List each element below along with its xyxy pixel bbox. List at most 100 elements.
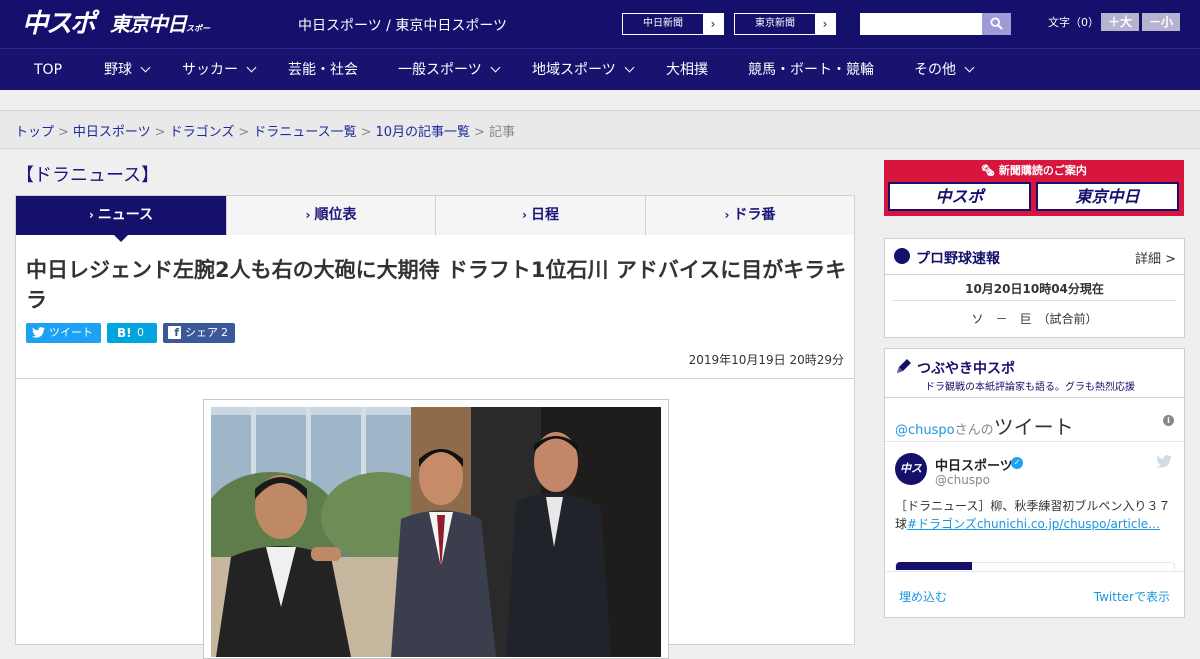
font-size-label: 文字（0） [1048, 16, 1099, 29]
hatena-bookmark-button[interactable]: B! 0 [107, 323, 157, 343]
tokyo-chunichi-logo[interactable]: 東京中日スポーツ [110, 10, 210, 66]
search-input[interactable] [860, 13, 982, 35]
font-size-increase-button[interactable]: ＋大 [1101, 13, 1139, 31]
tweets-by-handle[interactable]: @chuspoさんのツイート [895, 411, 1074, 440]
nav-label: TOP [34, 62, 63, 78]
twitter-bird-icon [32, 327, 45, 338]
article-headline: 中日レジェンド左腕2人も右の大砲に大期待 ドラフト1位石川 アドバイスに目がキラ… [26, 258, 847, 312]
baseball-game-score[interactable]: ソ － 巨 （試合前） [885, 310, 1184, 327]
twitter-bird-icon[interactable] [1156, 455, 1172, 468]
tab-standings[interactable]: › 順位表 [227, 196, 436, 235]
nav-item-racing[interactable]: 競馬・ボート・競輪 [748, 49, 874, 91]
chevron-down-icon [140, 62, 151, 73]
breadcrumb-link-chuspo[interactable]: 中日スポーツ [73, 125, 151, 140]
nav-item-entertainment[interactable]: 芸能・社会 [288, 49, 358, 91]
facebook-label: シェア [185, 326, 218, 339]
subscription-banner[interactable]: 🗞 新聞購読のご案内 中スポ 東京中日 [884, 160, 1184, 216]
media-preview-bar [896, 562, 972, 570]
baseball-live-title: プロ野球速報 [916, 251, 1000, 267]
tweet-link[interactable]: #ドラゴンズchunichi.co.jp/chuspo/article… [907, 517, 1160, 531]
main-nav: TOP 野球 サッカー 芸能・社会 一般スポーツ 地域スポーツ 大相撲 競馬・ボ… [0, 48, 1200, 90]
breadcrumb-separator: > [360, 125, 372, 140]
nav-label: サッカー [182, 62, 238, 78]
twitter-widget-title: つぶやき中スポ [917, 361, 1015, 377]
tweet-account-handle[interactable]: @chuspo [935, 473, 990, 487]
chunichi-shimbun-link[interactable]: 中日新聞 › [622, 13, 724, 35]
section-title: 【ドラニュース】 [16, 165, 160, 186]
handle-text: @chuspo [895, 423, 955, 438]
twitter-widget: つぶやき中スポ ドラ観戦の本紙評論家も語る。グラも熱烈応援 @chuspoさんの… [884, 348, 1185, 618]
chevron-down-icon [490, 62, 501, 73]
twitter-widget-subtitle: ドラ観戦の本紙評論家も語る。グラも熱烈応援 [925, 382, 1135, 393]
article-photo[interactable] [211, 407, 661, 657]
nav-item-top[interactable]: TOP [34, 49, 62, 91]
avatar[interactable]: 中ス [895, 453, 927, 485]
tab-label: 順位表 [314, 207, 357, 223]
tab-news[interactable]: › ニュース [16, 196, 227, 242]
tab-label: ドラ番 [733, 207, 776, 223]
chuspo-logo[interactable]: 中スポ [22, 8, 102, 40]
facebook-count: 2 [221, 326, 228, 339]
font-size-decrease-button[interactable]: －小 [1142, 13, 1180, 31]
tab-schedule[interactable]: › 日程 [436, 196, 646, 235]
breadcrumb-link-dragons[interactable]: ドラゴンズ [170, 125, 235, 140]
breadcrumb-separator: > [474, 125, 485, 140]
nav-label: 野球 [104, 62, 132, 78]
subscribe-tokyo-chunichi-button[interactable]: 東京中日 [1036, 182, 1179, 211]
spacer-bar [0, 90, 1200, 111]
tokyo-shimbun-label: 東京新聞 [755, 18, 795, 29]
info-icon[interactable]: i [1163, 415, 1174, 426]
hatena-count: 0 [137, 326, 144, 339]
article-date: 2019年10月19日 20時29分 [688, 353, 844, 367]
subscription-caption-text: 新聞購読のご案内 [998, 164, 1087, 177]
nav-item-local-sports[interactable]: 地域スポーツ [532, 49, 635, 91]
tweets-heading: ツイート [993, 415, 1074, 439]
search-button[interactable] [982, 13, 1011, 35]
facebook-icon: f [168, 326, 181, 339]
top-header: 中スポ 東京中日スポーツ 中日スポーツ / 東京中日スポーツ 中日新聞 › 東京… [0, 0, 1200, 66]
tab-dorabang[interactable]: › ドラ番 [646, 196, 854, 235]
photo-illustration [211, 407, 661, 657]
chunichi-shimbun-label: 中日新聞 [643, 18, 683, 29]
site-title[interactable]: 中日スポーツ / 東京中日スポーツ [298, 15, 507, 35]
breadcrumb-link-october[interactable]: 10月の記事一覧 [376, 125, 471, 140]
baseball-details-link[interactable]: 詳細 > [1135, 248, 1176, 267]
tokyo-shimbun-link[interactable]: 東京新聞 › [734, 13, 836, 35]
breadcrumb: トップ > 中日スポーツ > ドラゴンズ > ドラニュース一覧 >10月の記事一覧 > 記事 [15, 121, 515, 140]
nav-item-sumo[interactable]: 大相撲 [666, 49, 708, 91]
breadcrumb-current: 記事 [488, 125, 515, 140]
tweet-label: ツイート [49, 326, 93, 339]
view-on-twitter-link[interactable]: Twitterで表示 [1094, 588, 1170, 605]
twitter-widget-footer: 埋め込む Twitterで表示 [885, 571, 1184, 618]
breadcrumb-link-news-list[interactable]: ドラニュース一覧 [253, 125, 356, 140]
article-panel: › ニュース › 順位表 › 日程 › ドラ番 中日レジェンド左腕2人も右の大砲に大期待… [15, 195, 855, 659]
tweet-account-name[interactable]: 中日スポーツ [935, 455, 1013, 474]
newspaper-icon: 🗞 [981, 164, 999, 177]
chevron-right-icon: › [305, 208, 311, 222]
tokyo-logo-text: 東京中日 [110, 12, 187, 36]
nav-label: その他 [914, 62, 956, 78]
tweet-media-preview[interactable] [895, 562, 1175, 570]
nav-item-other[interactable]: その他 [914, 49, 975, 91]
baseball-live-box: プロ野球速報 詳細 > 10月20日10時04分現在 ソ － 巨 （試合前） [884, 238, 1185, 338]
nav-label: 芸能・社会 [288, 62, 358, 78]
breadcrumb-link-top[interactable]: トップ [15, 125, 54, 140]
chevron-down-icon [246, 62, 257, 73]
nav-item-soccer[interactable]: サッカー [182, 49, 257, 91]
embed-link[interactable]: 埋め込む [899, 588, 947, 605]
baseball-live-header: プロ野球速報 詳細 > [885, 239, 1184, 275]
subscribe-chuspo-button[interactable]: 中スポ [888, 182, 1031, 211]
baseball-update-time: 10月20日10時04分現在 [965, 282, 1104, 296]
chevron-right-icon: › [88, 208, 94, 222]
divider [16, 378, 854, 379]
search-icon [990, 17, 1003, 30]
nav-item-general-sports[interactable]: 一般スポーツ [398, 49, 501, 91]
chevron-down-icon [964, 62, 975, 73]
chevron-right-icon: › [815, 14, 835, 34]
tweet-text: ［ドラニュース］柳、秋季練習初ブルペン入り３７球#ドラゴンズchunichi.c… [895, 497, 1175, 533]
facebook-share-button[interactable]: f シェア 2 [163, 323, 235, 343]
breadcrumb-bar: トップ > 中日スポーツ > ドラゴンズ > ドラニュース一覧 >10月の記事一覧 > 記事 [0, 111, 1200, 149]
tweet-button[interactable]: ツイート [26, 323, 101, 343]
nav-item-baseball[interactable]: 野球 [104, 49, 151, 91]
pen-icon [897, 359, 911, 373]
